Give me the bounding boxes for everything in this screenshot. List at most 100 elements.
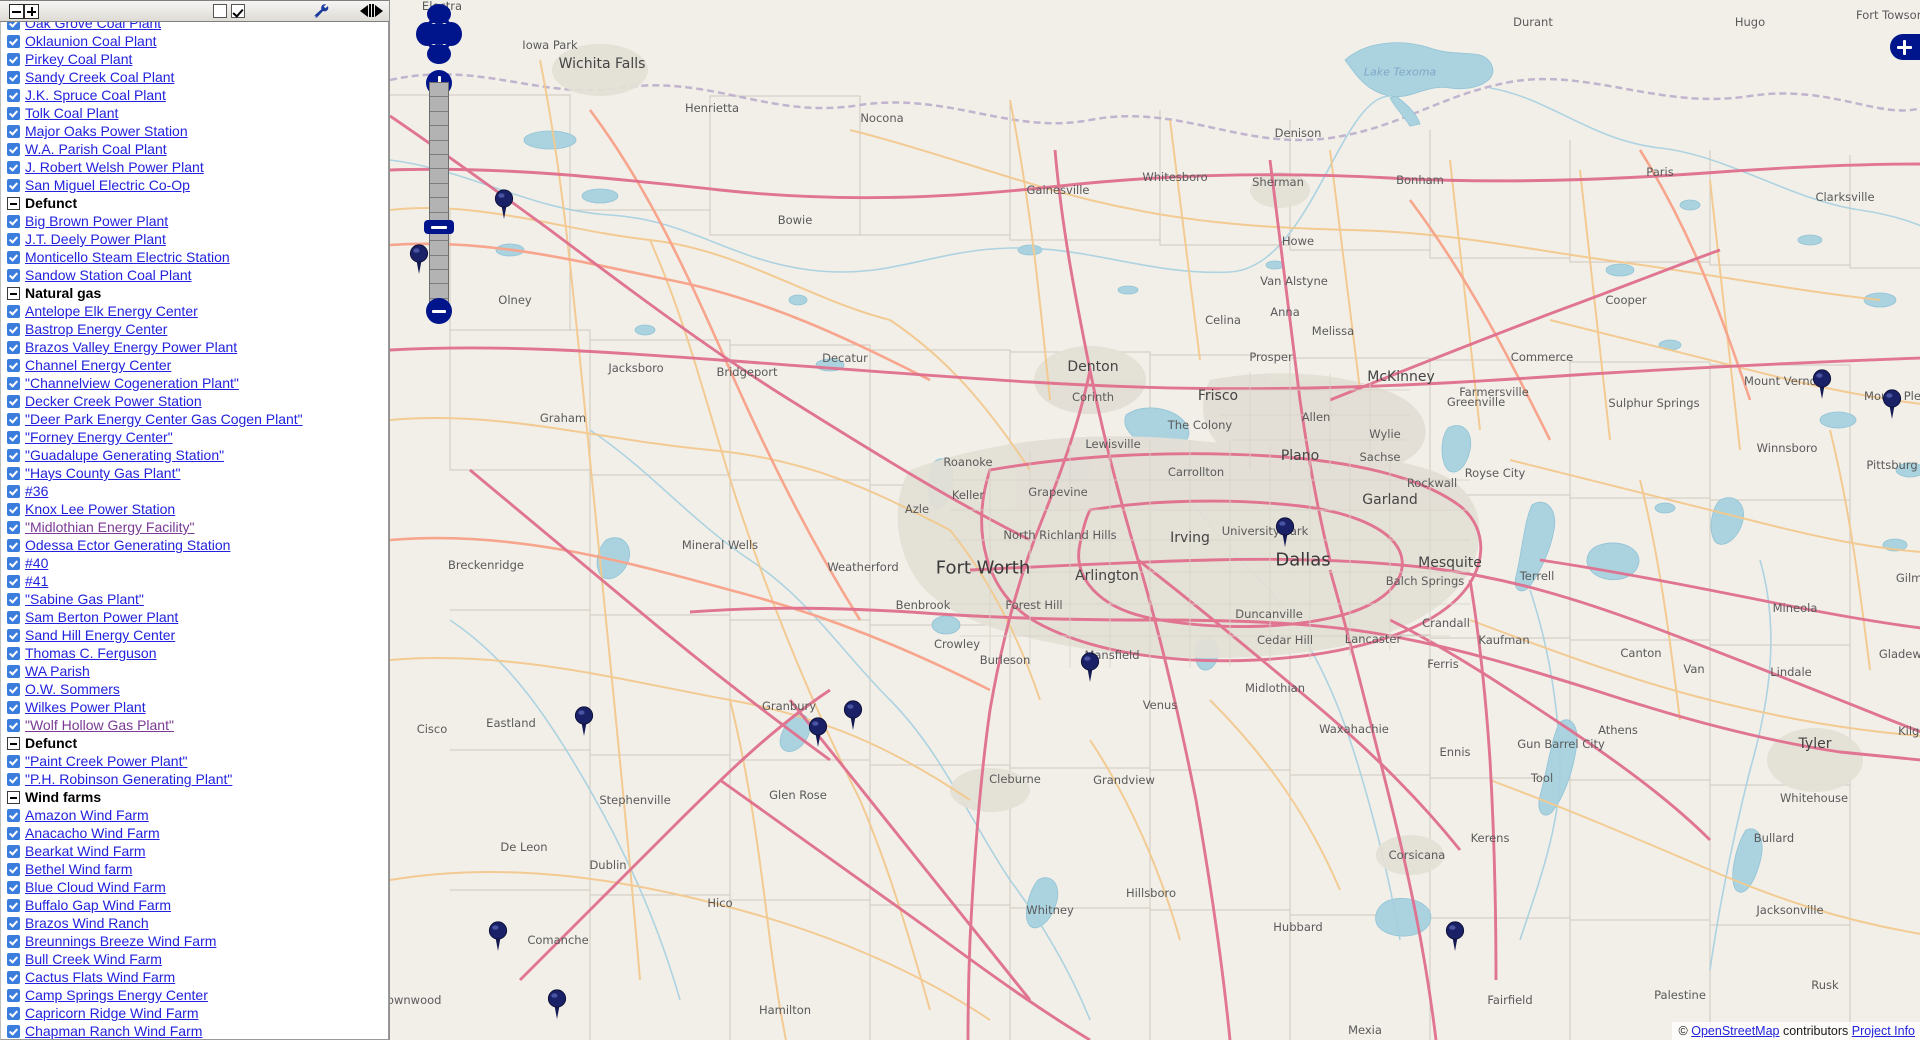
layer-visibility-checkbox[interactable] [7, 52, 20, 66]
layer-item-row[interactable]: #36 [1, 482, 388, 500]
layer-item-link[interactable]: "Wolf Hollow Gas Plant" [25, 717, 174, 733]
pan-right-button[interactable] [440, 22, 462, 46]
layer-visibility-checkbox[interactable] [7, 556, 20, 570]
layer-item-row[interactable]: Bethel Wind farm [1, 860, 388, 878]
layer-item-link[interactable]: J.K. Spruce Coal Plant [25, 87, 166, 103]
layer-visibility-checkbox[interactable] [7, 88, 20, 102]
layer-visibility-checkbox[interactable] [7, 772, 20, 786]
layer-item-row[interactable]: #41 [1, 572, 388, 590]
layer-item-link[interactable]: Buffalo Gap Wind Farm [25, 897, 171, 913]
layer-item-link[interactable]: Bearkat Wind Farm [25, 843, 146, 859]
layer-item-link[interactable]: Pirkey Coal Plant [25, 51, 132, 67]
layer-item-link[interactable]: #36 [25, 483, 48, 499]
layer-item-row[interactable]: "Wolf Hollow Gas Plant" [1, 716, 388, 734]
layer-group-row[interactable]: Defunct [1, 194, 388, 212]
group-collapse-toggle[interactable] [7, 790, 20, 804]
layer-visibility-checkbox[interactable] [7, 664, 20, 678]
layer-item-link[interactable]: Big Brown Power Plant [25, 213, 168, 229]
layer-visibility-checkbox[interactable] [7, 178, 20, 192]
layer-item-row[interactable]: "Deer Park Energy Center Gas Cogen Plant… [1, 410, 388, 428]
layer-item-link[interactable]: Anacacho Wind Farm [25, 825, 160, 841]
layer-visibility-checkbox[interactable] [7, 484, 20, 498]
layer-item-link[interactable]: O.W. Sommers [25, 681, 120, 697]
layer-visibility-checkbox[interactable] [7, 502, 20, 516]
map-marker-pin[interactable] [546, 989, 568, 1020]
layer-item-row[interactable]: Decker Creek Power Station [1, 392, 388, 410]
layer-item-row[interactable]: Amazon Wind Farm [1, 806, 388, 824]
layer-item-link[interactable]: Wilkes Power Plant [25, 699, 146, 715]
layer-item-row[interactable]: Sam Berton Power Plant [1, 608, 388, 626]
layer-item-link[interactable]: Sand Hill Energy Center [25, 627, 175, 643]
settings-wrench-icon[interactable] [311, 2, 331, 20]
layer-visibility-checkbox[interactable] [7, 304, 20, 318]
layer-visibility-checkbox[interactable] [7, 160, 20, 174]
map-marker-pin[interactable] [1444, 921, 1466, 952]
layer-item-row[interactable]: Cactus Flats Wind Farm [1, 968, 388, 986]
layer-visibility-checkbox[interactable] [7, 898, 20, 912]
layer-item-row[interactable]: Sandy Creek Coal Plant [1, 68, 388, 86]
pan-down-button[interactable] [427, 44, 451, 64]
zoom-slider-track[interactable] [429, 82, 449, 314]
layer-visibility-checkbox[interactable] [7, 340, 20, 354]
layer-item-link[interactable]: San Miguel Electric Co-Op [25, 177, 190, 193]
layer-item-link[interactable]: Oak Grove Coal Plant [25, 22, 161, 31]
layer-item-row[interactable]: Anacacho Wind Farm [1, 824, 388, 842]
layer-visibility-checkbox[interactable] [7, 538, 20, 552]
layer-visibility-checkbox[interactable] [7, 880, 20, 894]
layer-item-link[interactable]: Monticello Steam Electric Station [25, 249, 230, 265]
layer-visibility-checkbox[interactable] [7, 466, 20, 480]
layer-item-link[interactable]: WA Parish [25, 663, 90, 679]
layer-item-link[interactable]: Thomas C. Ferguson [25, 645, 157, 661]
layer-switcher-button[interactable] [1890, 34, 1920, 60]
layer-visibility-checkbox[interactable] [7, 142, 20, 156]
layer-item-row[interactable]: Antelope Elk Energy Center [1, 302, 388, 320]
layer-item-link[interactable]: Bethel Wind farm [25, 861, 132, 877]
layer-item-link[interactable]: Amazon Wind Farm [25, 807, 149, 823]
map-marker-pin[interactable] [487, 921, 509, 952]
layer-visibility-checkbox[interactable] [7, 808, 20, 822]
layer-visibility-checkbox[interactable] [7, 412, 20, 426]
layer-item-link[interactable]: Major Oaks Power Station [25, 123, 188, 139]
layer-item-link[interactable]: Sam Berton Power Plant [25, 609, 178, 625]
layer-tree-scroll-area[interactable]: Oak Grove Coal Plant Oklaunion Coal Plant… [0, 22, 389, 1040]
layer-visibility-checkbox[interactable] [7, 610, 20, 624]
layer-item-link[interactable]: Chapman Ranch Wind Farm [25, 1023, 202, 1039]
layer-item-link[interactable]: Sandy Creek Coal Plant [25, 69, 174, 85]
layer-visibility-checkbox[interactable] [7, 754, 20, 768]
map-viewport[interactable]: ElectraIowa ParkWichita FallsHenriettaNo… [389, 0, 1920, 1040]
map-marker-pin[interactable] [842, 700, 864, 731]
layer-item-row[interactable]: J.T. Deely Power Plant [1, 230, 388, 248]
layer-item-link[interactable]: Brazos Wind Ranch [25, 915, 149, 931]
layer-group-row[interactable]: Defunct [1, 734, 388, 752]
layer-visibility-checkbox[interactable] [7, 106, 20, 120]
layer-item-link[interactable]: "Midlothian Energy Facility" [25, 519, 194, 535]
layer-item-row[interactable]: W.A. Parish Coal Plant [1, 140, 388, 158]
group-collapse-toggle[interactable] [7, 286, 20, 300]
layer-item-row[interactable]: Sandow Station Coal Plant [1, 266, 388, 284]
layer-item-row[interactable]: Odessa Ector Generating Station [1, 536, 388, 554]
layer-visibility-checkbox[interactable] [7, 232, 20, 246]
layer-item-link[interactable]: #41 [25, 573, 48, 589]
layer-item-link[interactable]: Bull Creek Wind Farm [25, 951, 162, 967]
layer-item-link[interactable]: Camp Springs Energy Center [25, 987, 208, 1003]
layer-group-row[interactable]: Wind farms [1, 788, 388, 806]
layer-visibility-checkbox[interactable] [7, 970, 20, 984]
layer-item-link[interactable]: Knox Lee Power Station [25, 501, 175, 517]
layer-item-link[interactable]: "Deer Park Energy Center Gas Cogen Plant… [25, 411, 303, 427]
layer-item-row[interactable]: Chapman Ranch Wind Farm [1, 1022, 388, 1039]
layer-visibility-checkbox[interactable] [7, 934, 20, 948]
layer-item-row[interactable]: Monticello Steam Electric Station [1, 248, 388, 266]
map-marker-pin[interactable] [1274, 517, 1296, 548]
layer-item-link[interactable]: "Sabine Gas Plant" [25, 591, 144, 607]
group-collapse-toggle[interactable] [7, 196, 20, 210]
layer-item-link[interactable]: "Channelview Cogeneration Plant" [25, 375, 239, 391]
layer-item-row[interactable]: O.W. Sommers [1, 680, 388, 698]
layer-item-row[interactable]: Oklaunion Coal Plant [1, 32, 388, 50]
map-marker-pin[interactable] [1811, 369, 1833, 400]
layer-item-link[interactable]: "Hays County Gas Plant" [25, 465, 180, 481]
layer-visibility-checkbox[interactable] [7, 1024, 20, 1038]
layer-item-link[interactable]: #40 [25, 555, 48, 571]
layer-item-row[interactable]: "P.H. Robinson Generating Plant" [1, 770, 388, 788]
layer-item-row[interactable]: Camp Springs Energy Center [1, 986, 388, 1004]
layer-item-row[interactable]: "Sabine Gas Plant" [1, 590, 388, 608]
